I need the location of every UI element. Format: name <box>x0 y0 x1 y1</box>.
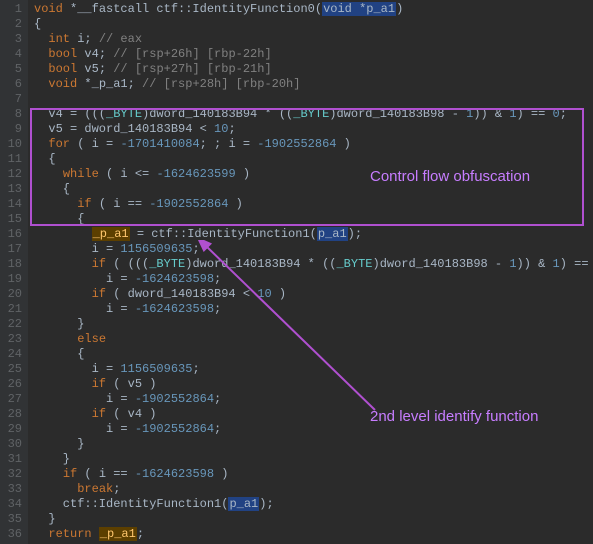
code-line: if ( i == -1902552864 ) <box>34 197 593 212</box>
code-line: bool v4; // [rsp+26h] [rbp-22h] <box>34 47 593 62</box>
code-line: else <box>34 332 593 347</box>
code-line: for ( i = -1701410084; ; i = -1902552864… <box>34 137 593 152</box>
annotation-label-obfuscation: Control flow obfuscation <box>370 168 530 185</box>
code-line: void *_p_a1; // [rsp+28h] [rbp-20h] <box>34 77 593 92</box>
code-line: { <box>34 152 593 167</box>
code-line: i = -1624623598; <box>34 272 593 287</box>
code-line: bool v5; // [rsp+27h] [rbp-21h] <box>34 62 593 77</box>
code-line: } <box>34 452 593 467</box>
code-line: if ( v5 ) <box>34 377 593 392</box>
code-content[interactable]: void *__fastcall ctf::IdentityFunction0(… <box>28 0 593 544</box>
code-line: v4 = (((_BYTE)dword_140183B94 * ((_BYTE)… <box>34 107 593 122</box>
annotation-label-identity: 2nd level identify function <box>370 408 538 425</box>
code-line: if ( (((_BYTE)dword_140183B94 * ((_BYTE)… <box>34 257 593 272</box>
code-line: } <box>34 437 593 452</box>
line-gutter: 123456789 101112131415161718 19202122232… <box>0 0 28 544</box>
code-line: i = -1624623598; <box>34 302 593 317</box>
code-line: _p_a1 = ctf::IdentityFunction1(p_a1); <box>34 227 593 242</box>
code-line: { <box>34 17 593 32</box>
code-line: if ( i == -1624623598 ) <box>34 467 593 482</box>
code-line: } <box>34 317 593 332</box>
code-line: break; <box>34 482 593 497</box>
code-line: { <box>34 212 593 227</box>
code-line: v5 = dword_140183B94 < 10; <box>34 122 593 137</box>
code-line: i = 1156509635; <box>34 242 593 257</box>
code-line: i = -1902552864; <box>34 392 593 407</box>
code-line <box>34 92 593 107</box>
code-line: int i; // eax <box>34 32 593 47</box>
code-line: } <box>34 512 593 527</box>
code-line: { <box>34 347 593 362</box>
code-line: return _p_a1; <box>34 527 593 542</box>
code-line: void *__fastcall ctf::IdentityFunction0(… <box>34 2 593 17</box>
code-line: i = 1156509635; <box>34 362 593 377</box>
code-line: ctf::IdentityFunction1(p_a1); <box>34 497 593 512</box>
code-line: if ( dword_140183B94 < 10 ) <box>34 287 593 302</box>
code-editor: 123456789 101112131415161718 19202122232… <box>0 0 593 544</box>
